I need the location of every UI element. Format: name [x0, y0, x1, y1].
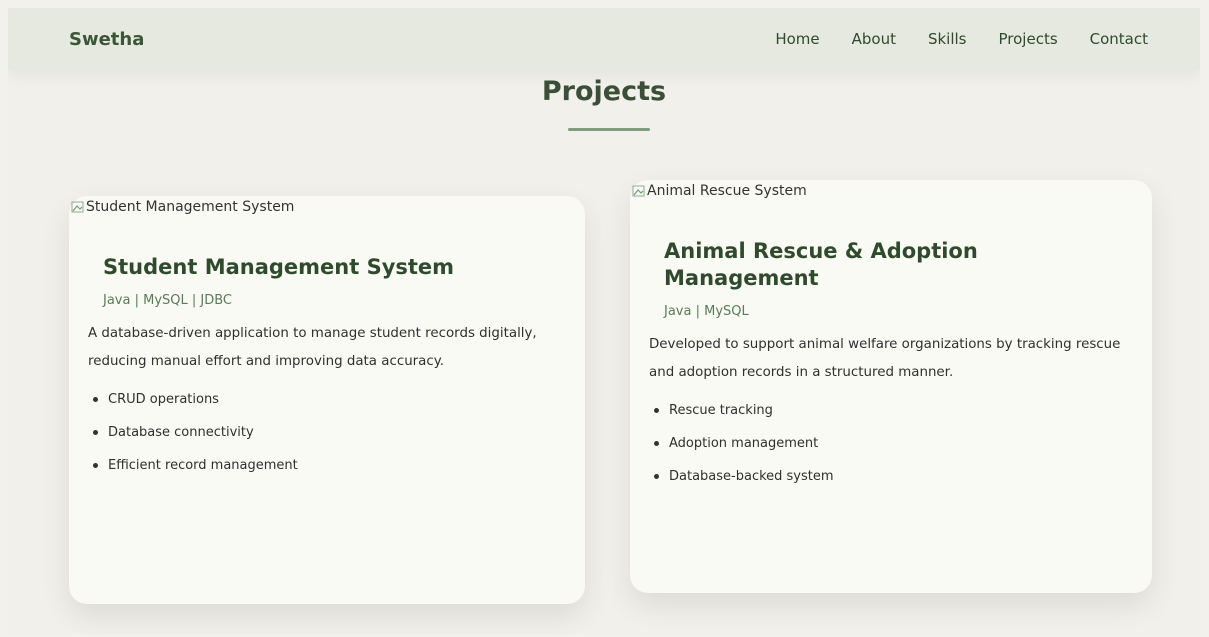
feature-item: CRUD operations: [88, 383, 555, 416]
project-image: Animal Rescue System: [632, 183, 807, 199]
page: Swetha Home About Skills Projects Contac…: [8, 8, 1200, 634]
project-image: Student Management System: [71, 199, 294, 215]
broken-image-icon: [71, 201, 84, 213]
feature-item: Rescue tracking: [649, 394, 1122, 427]
nav-link-contact[interactable]: Contact: [1090, 30, 1148, 48]
nav-link-about[interactable]: About: [852, 30, 896, 48]
feature-item: Database-backed system: [649, 460, 1122, 493]
project-description: A database-driven application to manage …: [88, 326, 537, 369]
project-description: Developed to support animal welfare orga…: [649, 337, 1121, 380]
title-underline: [568, 128, 650, 131]
project-features: CRUD operations Database connectivity Ef…: [88, 383, 555, 482]
project-card: Student Management System Student Manage…: [69, 196, 585, 604]
nav-links: Home About Skills Projects Contact: [775, 30, 1148, 48]
project-features: Rescue tracking Adoption management Data…: [649, 394, 1122, 493]
project-image-alt: Animal Rescue System: [647, 183, 807, 199]
nav-link-projects[interactable]: Projects: [999, 30, 1058, 48]
project-tech: Java | MySQL: [664, 304, 749, 319]
project-title: Animal Rescue & Adoption Management: [664, 239, 978, 290]
section-title: Projects: [541, 76, 667, 107]
feature-item: Adoption management: [649, 427, 1122, 460]
broken-image-icon: [632, 185, 645, 197]
project-card-body: Student Management System Java | MySQL |…: [88, 254, 555, 482]
project-title: Student Management System: [103, 255, 455, 279]
project-tech: Java | MySQL | JDBC: [103, 293, 232, 308]
project-image-alt: Student Management System: [86, 199, 295, 215]
navbar: Swetha Home About Skills Projects Contac…: [8, 8, 1200, 70]
feature-item: Database connectivity: [88, 416, 555, 449]
project-card: Animal Rescue System Animal Rescue & Ado…: [630, 180, 1152, 593]
brand-logo[interactable]: Swetha: [69, 29, 144, 50]
nav-link-skills[interactable]: Skills: [928, 30, 967, 48]
nav-link-home[interactable]: Home: [775, 30, 819, 48]
project-card-body: Animal Rescue & Adoption Management Java…: [649, 238, 1122, 493]
feature-item: Efficient record management: [88, 449, 555, 482]
